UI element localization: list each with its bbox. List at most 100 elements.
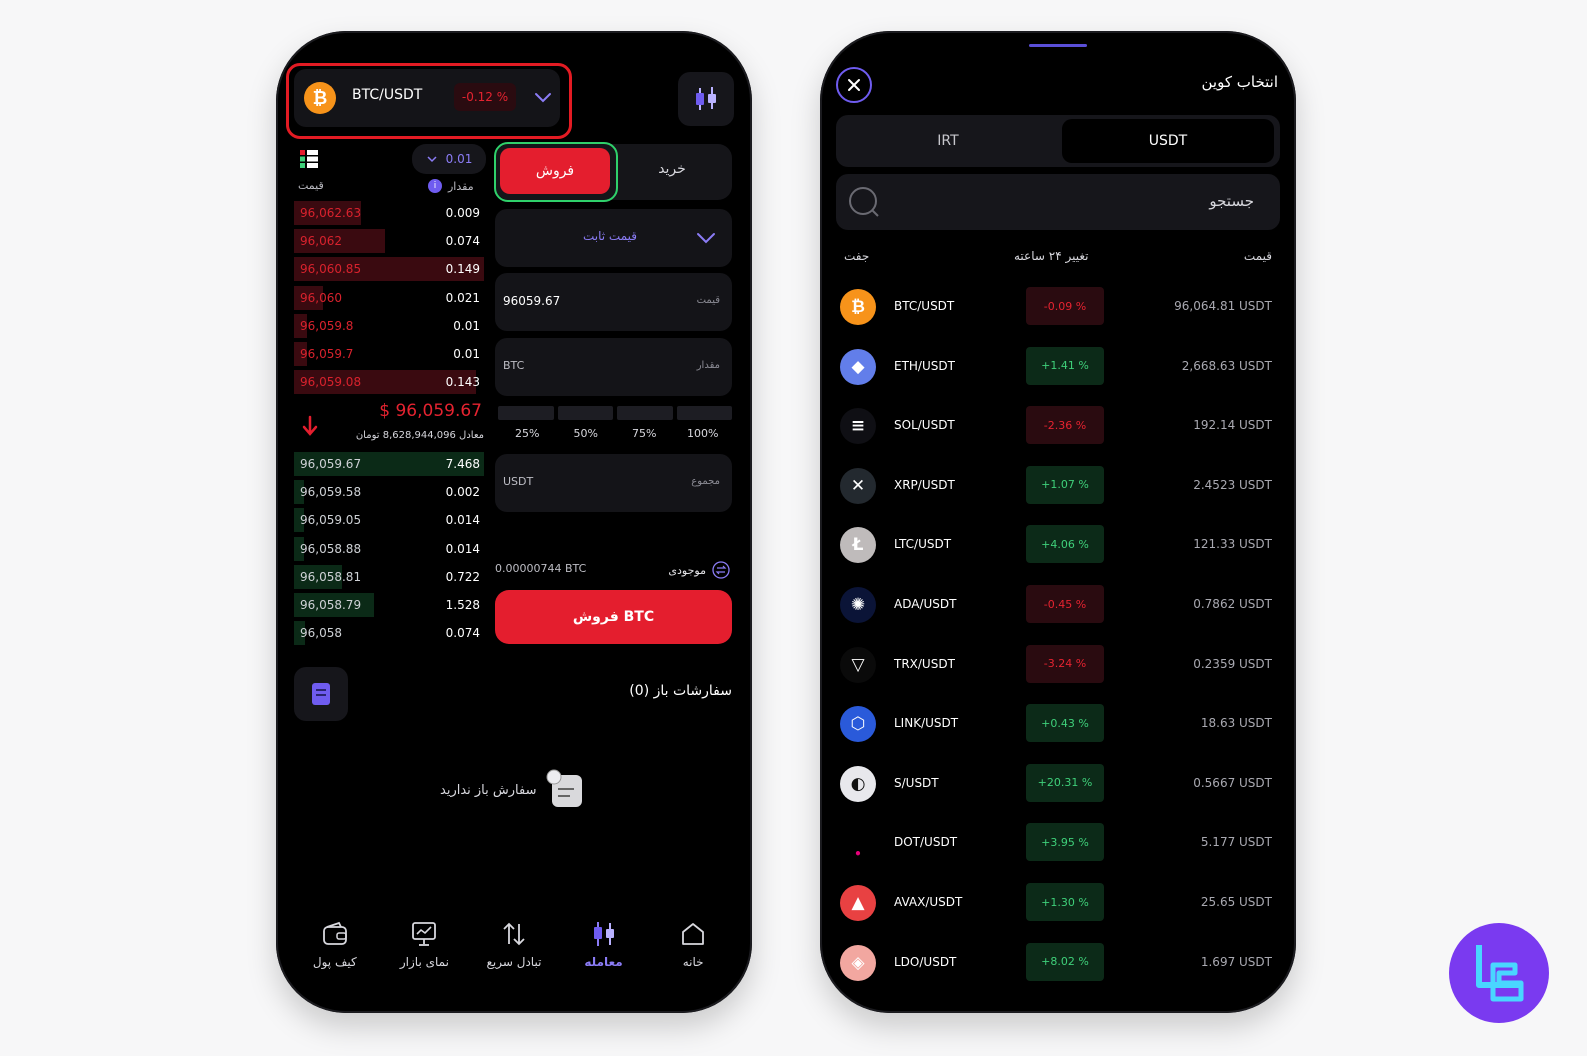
coin-row[interactable]: ⬡ LINK/USDT +0.43 % 18.63 USDT bbox=[836, 698, 1280, 750]
nav-market-view[interactable]: نمای بازار bbox=[384, 921, 464, 991]
tick-size-select[interactable]: 0.01 bbox=[412, 144, 486, 174]
coin-row[interactable]: Ł LTC/USDT +4.06 % 121.33 USDT bbox=[836, 519, 1280, 571]
nav-wallet[interactable]: کیف پول bbox=[295, 921, 375, 991]
percent-step[interactable] bbox=[617, 406, 673, 420]
coin-pair-label: XRP/USDT bbox=[894, 477, 955, 492]
percent-50[interactable]: 50% bbox=[557, 427, 616, 440]
orderbook-row[interactable]: 96,059.58 0.002 bbox=[294, 480, 484, 505]
percent-step[interactable] bbox=[557, 406, 613, 420]
tab-irt[interactable]: IRT bbox=[836, 115, 1060, 167]
coin-price: 96,064.81 USDT bbox=[1174, 299, 1272, 313]
orderbook-price: 96,060.85 bbox=[300, 262, 362, 277]
coin-pair-label: LTC/USDT bbox=[894, 537, 952, 552]
orderbook-amount: 0.722 bbox=[445, 569, 480, 584]
coin-row[interactable]: ▲ AVAX/USDT +1.30 % 25.65 USDT bbox=[836, 877, 1280, 929]
close-icon bbox=[848, 79, 860, 91]
coin-pair-label: S/USDT bbox=[894, 775, 939, 790]
coin-row[interactable]: ✺ ADA/USDT -0.45 % 0.7862 USDT bbox=[836, 579, 1280, 631]
coin-row[interactable]: ◈ LDO/USDT +8.02 % 1.697 USDT bbox=[836, 937, 1280, 989]
coin-price: 121.33 USDT bbox=[1193, 537, 1272, 552]
orderbook-price: 96,059.58 bbox=[300, 485, 362, 500]
nav-quick-swap[interactable]: تبادل سریع bbox=[474, 921, 554, 991]
quote-currency-tabs: IRT USDT bbox=[836, 115, 1280, 167]
arrow-down-icon bbox=[302, 415, 318, 436]
orderbook-amount: 0.149 bbox=[445, 262, 480, 277]
orderbook-row[interactable]: 96,058.79 1.528 bbox=[294, 593, 484, 617]
toman-equivalent: معادل 8,628,944,096 تومان bbox=[355, 430, 484, 441]
nav-trade[interactable]: معامله bbox=[564, 921, 644, 991]
order-type-select[interactable]: قیمت ثابت bbox=[495, 209, 732, 267]
orderbook-row[interactable]: 96,058 0.074 bbox=[294, 621, 484, 646]
price-input-value[interactable]: 96059.67 bbox=[503, 294, 560, 308]
orderbook-amount: 0.009 bbox=[445, 206, 480, 220]
chart-toggle-button[interactable] bbox=[678, 72, 734, 126]
market-view-icon bbox=[412, 922, 437, 946]
percent-step[interactable] bbox=[498, 406, 554, 420]
orderbook-price: 96,058.88 bbox=[300, 541, 362, 556]
orderbook-view-icon[interactable] bbox=[300, 150, 318, 168]
close-button[interactable] bbox=[836, 67, 872, 103]
orderbook-row[interactable]: 96,060.85 0.149 bbox=[294, 257, 484, 282]
tab-usdt[interactable]: USDT bbox=[1062, 119, 1274, 163]
coin-picker-sheet: انتخاب کوین IRT USDT جستجو جفت تغییر ۲۴ … bbox=[820, 31, 1296, 1013]
polkadot-icon: • bbox=[840, 825, 876, 862]
orderbook-row[interactable]: 96,058.88 0.014 bbox=[294, 536, 484, 561]
coin-row[interactable]: ◆ ETH/USDT +1.41 % 2,668.63 USDT bbox=[836, 341, 1280, 393]
search-field[interactable]: جستجو bbox=[836, 174, 1280, 230]
chevron-down-icon bbox=[427, 156, 437, 163]
orderbook-price: 96,062.63 bbox=[300, 206, 362, 220]
orderbook-price: 96,060 bbox=[300, 290, 342, 305]
percent-100[interactable]: 100% bbox=[674, 427, 733, 440]
orderbook-price: 96,059.7 bbox=[300, 347, 354, 361]
price-field[interactable]: 96059.67 قیمت bbox=[495, 273, 732, 331]
percent-75[interactable]: 75% bbox=[615, 427, 674, 440]
sheet-drag-handle[interactable] bbox=[1029, 44, 1087, 47]
document-icon bbox=[312, 683, 330, 705]
cardano-icon: ✺ bbox=[840, 587, 876, 623]
coin-change-badge: +8.02 % bbox=[1026, 942, 1104, 981]
total-field[interactable]: USDT مجموع bbox=[495, 454, 732, 512]
amount-header-label: مقدار bbox=[448, 179, 474, 193]
nav-home[interactable]: خانه bbox=[653, 921, 733, 991]
tab-sell[interactable]: فروش bbox=[500, 148, 610, 194]
orderbook-row[interactable]: 96,059.67 7.468 bbox=[294, 452, 484, 476]
percent-slider[interactable] bbox=[498, 406, 732, 420]
coin-change-badge: +3.95 % bbox=[1026, 823, 1104, 862]
orderbook-row[interactable]: 96,059.7 0.01 bbox=[294, 342, 484, 366]
coin-row[interactable]: ◐ S/USDT +20.31 % 0.5667 USDT bbox=[836, 758, 1280, 810]
litecoin-icon: Ł bbox=[840, 527, 876, 564]
orders-history-button[interactable] bbox=[294, 667, 348, 721]
order-type-value: قیمت ثابت bbox=[583, 229, 638, 243]
home-icon bbox=[682, 923, 705, 945]
nav-trade-label: معامله bbox=[584, 955, 623, 969]
amount-field[interactable]: BTC مقدار bbox=[495, 338, 732, 396]
orderbook-row[interactable]: 96,062 0.074 bbox=[294, 229, 484, 254]
orderbook-amount: 0.143 bbox=[445, 375, 480, 390]
sheet-title: انتخاب کوین bbox=[1201, 73, 1279, 91]
coin-row[interactable]: ≡ SOL/USDT -2.36 % 192.14 USDT bbox=[836, 400, 1280, 452]
orderbook-row[interactable]: 96,058.81 0.722 bbox=[294, 564, 484, 589]
coin-pair-label: ETH/USDT bbox=[894, 358, 955, 373]
coin-price: 0.5667 USDT bbox=[1193, 775, 1272, 790]
orderbook-row[interactable]: 96,059.08 0.143 bbox=[294, 370, 484, 395]
orderbook-row[interactable]: 96,059.05 0.014 bbox=[294, 508, 484, 533]
transfer-icon[interactable] bbox=[712, 561, 730, 579]
orderbook-row[interactable]: 96,059.8 0.01 bbox=[294, 313, 484, 338]
coin-change-badge: +1.41 % bbox=[1026, 346, 1104, 385]
info-icon[interactable]: i bbox=[428, 179, 442, 193]
coin-row[interactable]: • DOT/USDT +3.95 % 5.177 USDT bbox=[836, 817, 1280, 869]
orderbook-row[interactable]: 96,062.63 0.009 bbox=[294, 201, 484, 225]
coin-row[interactable]: ₿ BTC/USDT -0.09 % 96,064.81 USDT bbox=[836, 281, 1280, 333]
orderbook-amount: 0.01 bbox=[453, 318, 480, 333]
bottom-nav: کیف پول نمای بازار تبادل سریع معامله خان… bbox=[276, 921, 752, 991]
amount-unit: BTC bbox=[503, 359, 525, 372]
coin-row[interactable]: ▽ TRX/USDT -3.24 % 0.2359 USDT bbox=[836, 639, 1280, 691]
percent-step[interactable] bbox=[676, 406, 732, 420]
orderbook-row[interactable]: 96,060 0.021 bbox=[294, 285, 484, 310]
percent-25[interactable]: 25% bbox=[498, 427, 557, 440]
tab-buy[interactable]: خرید bbox=[632, 161, 712, 177]
pair-selector[interactable]: ₿ BTC/USDT -0.12 % bbox=[294, 69, 560, 127]
coin-row[interactable]: ✕ XRP/USDT +1.07 % 2.4523 USDT bbox=[836, 460, 1280, 512]
coin-pair-label: TRX/USDT bbox=[894, 656, 955, 671]
sell-btc-button[interactable]: فروش BTC bbox=[495, 590, 732, 644]
